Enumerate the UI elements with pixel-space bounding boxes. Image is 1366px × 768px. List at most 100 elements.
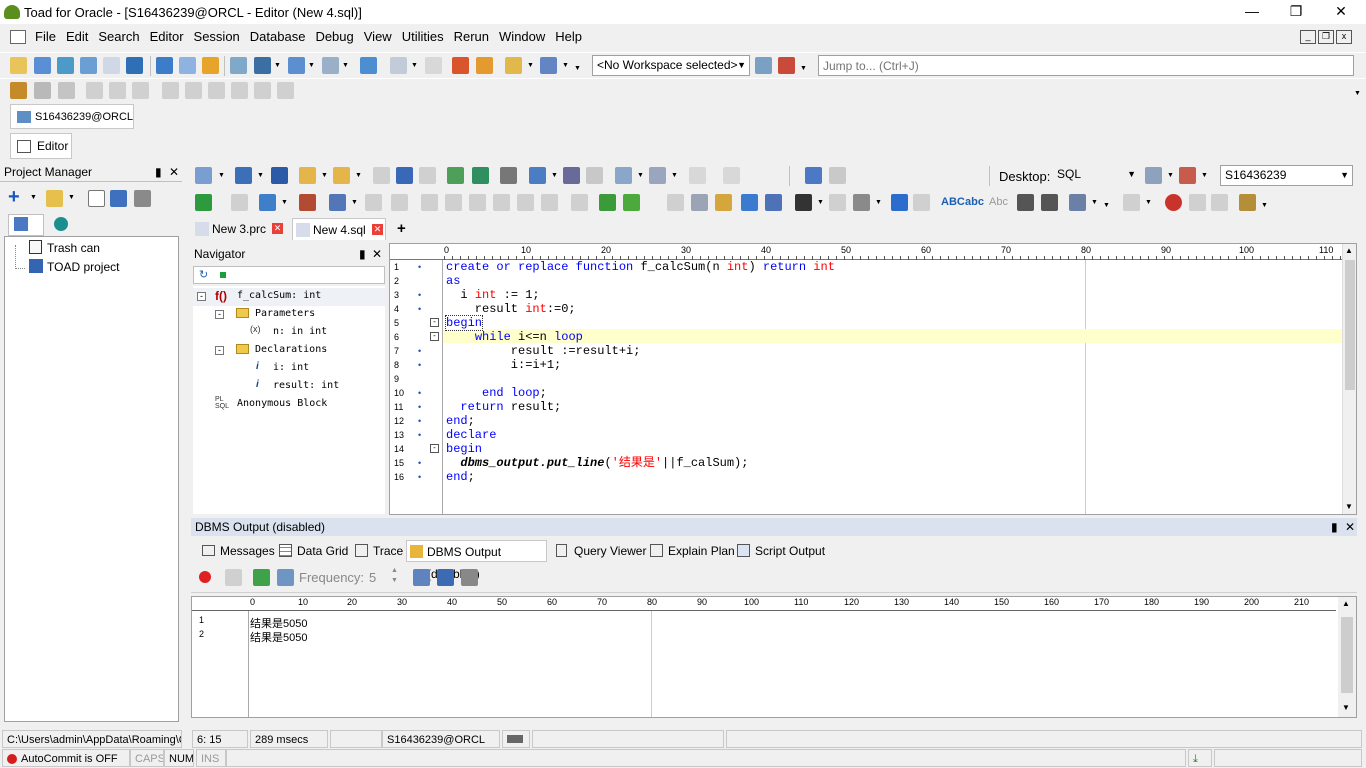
calendar-icon[interactable] bbox=[805, 167, 822, 184]
lowercase-icon[interactable]: abc bbox=[965, 196, 984, 208]
tab-dbms-output[interactable]: DBMS Output (disabled) bbox=[406, 540, 547, 581]
print-icon[interactable] bbox=[134, 190, 151, 207]
sync-icon[interactable] bbox=[220, 272, 226, 278]
menu-utilities[interactable]: Utilities bbox=[397, 27, 449, 47]
menu-database[interactable]: Database bbox=[245, 27, 311, 47]
options-icon[interactable] bbox=[10, 82, 27, 99]
initcap-icon[interactable]: Abc bbox=[989, 196, 1008, 208]
team-icon[interactable] bbox=[505, 57, 522, 74]
tab-data-grid[interactable]: Data Grid bbox=[277, 540, 348, 562]
code-editor[interactable]: 0 10 20 30 40 50 60 70 80 90 100 110 ▲ ▼… bbox=[389, 243, 1357, 515]
chevron-down-icon[interactable]: ▼ bbox=[308, 62, 315, 69]
compare-icon[interactable] bbox=[765, 194, 782, 211]
tree-item-trash-can[interactable]: Trash can bbox=[47, 241, 100, 255]
chevron-down-icon[interactable]: ▼ bbox=[1091, 199, 1098, 206]
chevron-down-icon[interactable]: ▼ bbox=[1167, 172, 1174, 179]
tab-messages[interactable]: Messages bbox=[200, 540, 275, 562]
nav-item-var-result[interactable]: result: int bbox=[273, 380, 339, 391]
clipboard-icon[interactable] bbox=[715, 194, 732, 211]
close-tab-icon[interactable]: ✕ bbox=[272, 223, 283, 234]
vertical-scrollbar[interactable]: ▲ ▼ bbox=[1342, 244, 1356, 514]
monitor-icon[interactable] bbox=[360, 57, 377, 74]
connect-icon[interactable] bbox=[322, 57, 339, 74]
tab-explain-plan[interactable]: Explain Plan bbox=[648, 540, 735, 562]
macro-icon[interactable] bbox=[1239, 194, 1256, 211]
mdi-minimize-button[interactable]: _ bbox=[1300, 30, 1316, 44]
export-icon[interactable] bbox=[452, 57, 469, 74]
desktop-delete-icon[interactable] bbox=[1179, 167, 1196, 184]
tab-query-viewer[interactable]: Query Viewer bbox=[554, 540, 646, 562]
save-as-icon[interactable] bbox=[396, 167, 413, 184]
output-scrollbar[interactable]: ▲ ▼ bbox=[1338, 597, 1356, 717]
step-icon[interactable] bbox=[329, 194, 346, 211]
commit-icon[interactable] bbox=[649, 167, 666, 184]
chevron-down-icon[interactable]: ▼ bbox=[800, 65, 807, 72]
restore-button[interactable]: ❐ bbox=[1273, 0, 1319, 24]
chevron-down-icon[interactable]: ▼ bbox=[218, 172, 225, 179]
watch-icon[interactable] bbox=[599, 194, 616, 211]
sql-template-icon[interactable] bbox=[235, 167, 252, 184]
menu-session[interactable]: Session bbox=[189, 27, 245, 47]
copy-output-icon[interactable] bbox=[413, 569, 430, 586]
chevron-down-icon[interactable]: ▼ bbox=[281, 199, 288, 206]
database-icon[interactable] bbox=[54, 217, 68, 231]
new-file-icon[interactable] bbox=[88, 190, 105, 207]
uppercase-icon[interactable]: ABC bbox=[941, 196, 965, 208]
menu-editor[interactable]: Editor bbox=[145, 27, 189, 47]
menu-window[interactable]: Window bbox=[494, 27, 550, 47]
compare-icon[interactable] bbox=[540, 57, 557, 74]
nav-item-declarations[interactable]: Declarations bbox=[255, 344, 327, 355]
sql-icon[interactable] bbox=[103, 57, 120, 74]
chevron-down-icon[interactable]: ▼ bbox=[1201, 172, 1208, 179]
chevron-down-icon[interactable]: ▼ bbox=[1261, 202, 1268, 209]
nav-item-param-n[interactable]: n: in int bbox=[273, 326, 327, 337]
chevron-down-icon[interactable]: ▼ bbox=[817, 199, 824, 206]
window-icon[interactable] bbox=[126, 57, 143, 74]
chevron-down-icon[interactable]: ▼ bbox=[637, 172, 644, 179]
wand-icon[interactable] bbox=[195, 167, 212, 184]
fold-toggle-icon[interactable]: - bbox=[430, 444, 439, 453]
chevron-down-icon[interactable]: ▼ bbox=[342, 62, 349, 69]
open-file-icon[interactable] bbox=[299, 167, 316, 184]
save-output-icon[interactable] bbox=[437, 569, 454, 586]
collapse-icon[interactable]: - bbox=[215, 346, 224, 355]
open-folder-icon[interactable] bbox=[46, 190, 63, 207]
chevron-down-icon[interactable]: ▼ bbox=[527, 62, 534, 69]
frequency-spinner[interactable]: ▲ ▼ bbox=[391, 566, 398, 586]
fold-toggle-icon[interactable]: - bbox=[430, 318, 439, 327]
chevron-down-icon[interactable]: ▼ bbox=[68, 194, 75, 201]
breakpoint-icon[interactable] bbox=[623, 194, 640, 211]
dbms-output-text[interactable]: 0 10 20 30 40 50 60 70 80 90 100 110 120… bbox=[191, 596, 1357, 718]
tab-new-3-prc[interactable]: New 3.prc ✕ bbox=[192, 218, 284, 240]
connection-tab[interactable]: S16436239@ORCL bbox=[10, 104, 134, 129]
explain-icon[interactable] bbox=[179, 57, 196, 74]
workspace-delete-icon[interactable] bbox=[778, 57, 795, 74]
indent-icon[interactable] bbox=[1017, 194, 1034, 211]
pin-icon[interactable]: ▮ bbox=[1331, 518, 1338, 536]
import-icon[interactable] bbox=[476, 57, 493, 74]
chevron-down-icon[interactable]: ▼ bbox=[1103, 202, 1110, 209]
desktop-select[interactable]: SQL ▼ bbox=[1053, 165, 1139, 186]
chevron-down-icon[interactable]: ▼ bbox=[30, 194, 37, 201]
grid-tools-icon[interactable] bbox=[34, 82, 51, 99]
chevron-down-icon[interactable]: ▼ bbox=[355, 172, 362, 179]
polling-icon[interactable] bbox=[277, 569, 294, 586]
mdi-restore-button[interactable]: ❐ bbox=[1318, 30, 1334, 44]
mdi-close-button[interactable]: x bbox=[1336, 30, 1352, 44]
scrollbar-thumb[interactable] bbox=[1341, 617, 1353, 693]
scroll-down-icon[interactable]: ▼ bbox=[1342, 703, 1350, 712]
nav-item-anonymous-block[interactable]: Anonymous Block bbox=[237, 398, 327, 409]
checklist-icon[interactable] bbox=[741, 194, 758, 211]
tab-new-4-sql[interactable]: New 4.sql ✕ bbox=[292, 218, 386, 240]
zoom-icon[interactable] bbox=[829, 167, 846, 184]
menu-file[interactable]: File bbox=[30, 27, 61, 47]
outdent-icon[interactable] bbox=[1041, 194, 1058, 211]
grid-icon[interactable] bbox=[156, 57, 173, 74]
collapse-icon[interactable]: - bbox=[215, 310, 224, 319]
chevron-down-icon[interactable]: ▼ bbox=[875, 199, 882, 206]
tab-trace[interactable]: Trace bbox=[353, 540, 403, 562]
chevron-down-icon[interactable]: ▼ bbox=[351, 199, 358, 206]
editor-window-tab[interactable]: Editor bbox=[10, 133, 72, 159]
pin-icon[interactable]: ▮ bbox=[155, 164, 162, 181]
nav-item-parameters[interactable]: Parameters bbox=[255, 308, 315, 319]
